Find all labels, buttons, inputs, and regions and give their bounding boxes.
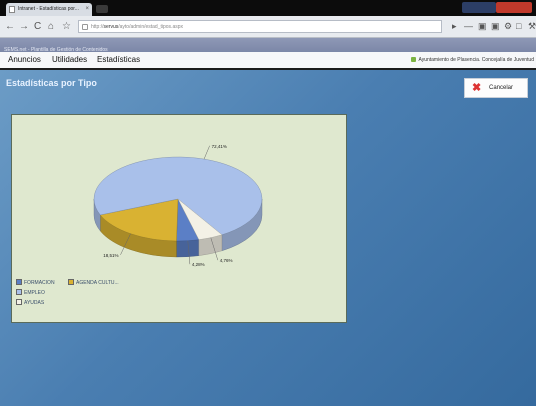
menu-item-utilidades[interactable]: Utilidades (52, 54, 87, 66)
address-bar[interactable]: http://servus/ayto/admin/estad_tipos.asp… (78, 20, 442, 33)
slice-label-3: 4,76% (220, 258, 233, 263)
legend-swatch (68, 279, 74, 285)
back-arrow-icon[interactable]: ← (5, 20, 15, 33)
user-info: Ayuntamiento de Plasencia. Concejalía de… (411, 56, 534, 65)
wrench-icon[interactable]: ⚒ (528, 21, 536, 32)
page-menu-icon[interactable]: □ (516, 21, 521, 32)
reload-icon[interactable]: C (34, 20, 41, 33)
browser-tab[interactable]: Intranet - Estadísticas por... × (6, 3, 92, 16)
chart-panel: 4,28% 18,51% 72,41% 4,76% FORMACION AGENDA C… (11, 114, 347, 323)
app-header: SEMS.net - Plantilla de Gestión de Conte… (0, 38, 536, 53)
legend-label: FORMACION (24, 280, 55, 286)
main-content: Estadísticas por Tipo ✖ Cancelar 4,28% 18… (0, 70, 536, 406)
url-host: servus (103, 24, 119, 30)
cancel-label: Cancelar (489, 85, 514, 91)
extension-icon-2[interactable]: ▣ (491, 21, 500, 32)
star-icon[interactable]: ☆ (62, 20, 71, 33)
pie-chart: 4,28% 18,51% 72,41% 4,76% (93, 144, 263, 267)
browser-title-bar: Intranet - Estadísticas por... × (0, 0, 536, 16)
slice-label-0: 4,28% (192, 262, 205, 267)
page-favicon-icon (9, 6, 15, 13)
home-icon[interactable]: ⌂ (48, 20, 54, 33)
legend-item: AGENDA CULTU... (68, 279, 119, 287)
user-text: Ayuntamiento de Plasencia. Concejalía de… (418, 57, 534, 63)
window-controls[interactable] (462, 2, 532, 13)
forward-arrow-icon[interactable]: → (19, 20, 29, 33)
tab-close-button[interactable]: × (85, 3, 89, 16)
slice-label-1: 18,51% (103, 253, 118, 258)
go-arrow-icon[interactable]: ▸ (452, 21, 457, 32)
legend-label: AGENDA CULTU... (76, 280, 119, 286)
legend-item: FORMACION (16, 279, 55, 287)
url-prefix: http:// (91, 24, 104, 30)
legend-item: AYUDAS (16, 299, 44, 307)
extension-icon[interactable]: ▣ (478, 21, 487, 32)
legend-label: EMPLEO (24, 290, 45, 296)
cancel-button[interactable]: ✖ Cancelar (464, 78, 528, 98)
legend-swatch (16, 299, 22, 305)
slice-leader-line-2 (203, 145, 210, 160)
slice-label-2: 72,41% (212, 144, 227, 149)
new-tab-button[interactable] (96, 5, 108, 13)
user-icon (411, 57, 417, 62)
legend-swatch (16, 279, 22, 285)
page-icon (82, 24, 88, 30)
url-path: /ayto/admin/estad_tipos.aspx (118, 24, 184, 30)
menu-item-anuncios[interactable]: Anuncios (8, 54, 41, 66)
minus-icon[interactable]: — (464, 21, 473, 32)
settings-icon[interactable]: ⚙ (504, 21, 512, 32)
legend-item: EMPLEO (16, 289, 45, 297)
legend-swatch (16, 289, 22, 295)
browser-toolbar: ← → C ⌂ ☆ http://servus/ayto/admin/estad… (0, 16, 536, 38)
close-icon: ✖ (472, 82, 482, 94)
menu-item-estadisticas[interactable]: Estadísticas (97, 54, 140, 66)
tab-title: Intranet - Estadísticas por... (18, 6, 79, 12)
legend-label: AYUDAS (24, 300, 45, 306)
page-title: Estadísticas por Tipo (6, 78, 97, 88)
main-menu: Anuncios Utilidades Estadísticas Ayuntam… (0, 52, 536, 70)
